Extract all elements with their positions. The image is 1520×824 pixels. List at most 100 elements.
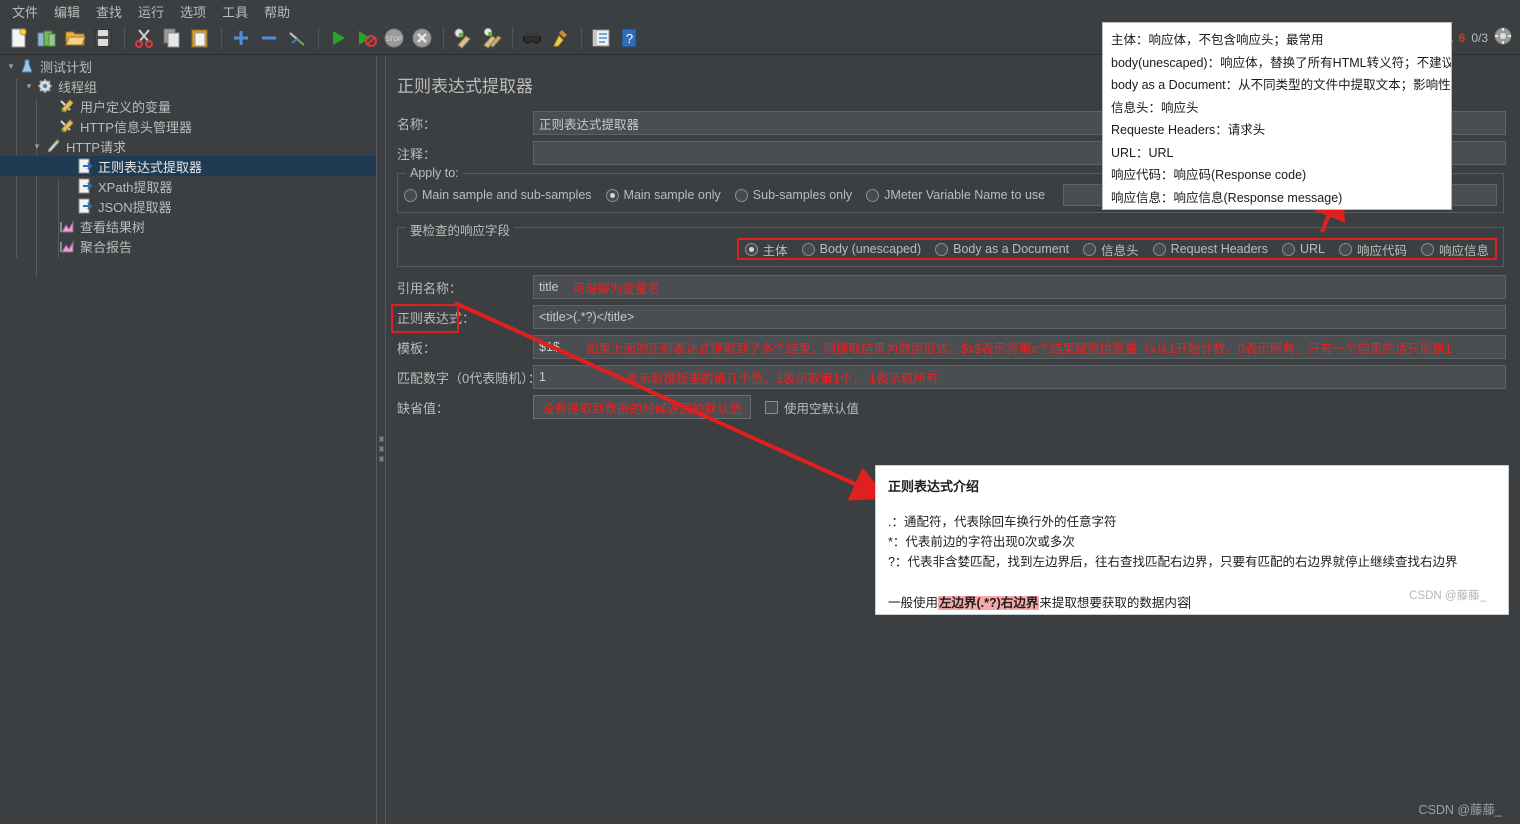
collapse-icon[interactable] <box>256 25 282 51</box>
response-field-group: 要检查的响应字段 主体 Body (unescaped) Body as a D… <box>397 220 1504 267</box>
menu-run[interactable]: 运行 <box>130 0 172 23</box>
toolbar-separator-6 <box>581 27 582 49</box>
radio-label: Sub-samples only <box>752 188 853 202</box>
tree-item-http-request[interactable]: ▾ HTTP请求 <box>0 136 376 156</box>
chevron-down-icon[interactable]: ▾ <box>4 59 18 73</box>
template-value: $1$ <box>539 340 560 354</box>
stop-icon[interactable]: STOP <box>381 25 407 51</box>
test-plan-icon <box>18 58 36 74</box>
paste-icon[interactable] <box>187 25 213 51</box>
tree-item-regex-extractor[interactable]: 正则表达式提取器 <box>0 156 376 176</box>
tooltip-line: Requeste Headers：请求头 <box>1111 123 1266 137</box>
radio-jmeter-variable[interactable]: JMeter Variable Name to use <box>866 188 1045 202</box>
radio-response-code[interactable]: 响应代码 <box>1338 240 1407 259</box>
test-plan-tree[interactable]: ▾ 测试计划 ▾ 线程组 用户定义的变量 HTTP信息头管理器 ▾ HTTP请求… <box>0 56 376 824</box>
tree-item-xpath-extractor[interactable]: XPath提取器 <box>0 176 376 196</box>
connect-icon[interactable] <box>1494 27 1512 50</box>
comment-label: 注释： <box>397 146 437 162</box>
config-icon <box>58 98 76 114</box>
chevron-down-icon[interactable]: ▾ <box>30 139 44 153</box>
toggle-icon[interactable] <box>284 25 310 51</box>
tooltip-line: 信息头：响应头 <box>1111 100 1199 115</box>
tree-item-user-defined-variables[interactable]: 用户定义的变量 <box>0 96 376 116</box>
radio-dot <box>1152 242 1166 256</box>
regex-input[interactable]: <title>(.*?)</title> <box>533 305 1506 329</box>
menu-file[interactable]: 文件 <box>4 0 46 23</box>
tree-item-label: 线程组 <box>58 79 98 95</box>
template-label: 模板： <box>397 340 437 356</box>
cut-icon[interactable] <box>131 25 157 51</box>
radio-request-headers[interactable]: Request Headers <box>1152 242 1268 256</box>
chevron-down-icon[interactable]: ▾ <box>22 79 36 93</box>
search-icon[interactable] <box>519 25 545 51</box>
toolbar-separator-5 <box>512 27 513 49</box>
tree-item-view-results-tree[interactable]: 查看结果树 <box>0 216 376 236</box>
template-row: 模板： $1$ 如果上面的正则表达式提取到了多个结果，则提取结果为数组形式。$x… <box>393 335 1506 359</box>
template-input[interactable]: $1$ 如果上面的正则表达式提取到了多个结果，则提取结果为数组形式。$x$表示将… <box>533 335 1506 359</box>
tree-item-aggregate-report[interactable]: 聚合报告 <box>0 236 376 256</box>
reset-search-icon[interactable] <box>547 25 573 51</box>
thread-group-icon <box>36 78 54 94</box>
radio-response-message[interactable]: 响应信息 <box>1420 240 1489 259</box>
use-empty-default-checkbox[interactable]: 使用空默认值 <box>765 398 859 417</box>
save-icon[interactable] <box>90 25 116 51</box>
radio-label: 响应信息 <box>1438 243 1489 258</box>
radio-main-and-sub[interactable]: Main sample and sub-samples <box>404 188 592 202</box>
radio-response-headers[interactable]: 信息头 <box>1083 240 1139 259</box>
clear-icon[interactable] <box>450 25 476 51</box>
radio-main-only[interactable]: Main sample only <box>605 188 721 202</box>
regex-info-line: .：通配符，代表除回车换行外的任意字符 <box>888 515 1117 529</box>
function-helper-icon[interactable] <box>588 25 614 51</box>
ref-name-input[interactable]: title 可理解为变量名 <box>533 275 1506 299</box>
shutdown-icon[interactable] <box>409 25 435 51</box>
tooltip-line: 响应代码：响应码(Response code) <box>1111 168 1307 182</box>
help-icon[interactable]: ? <box>616 25 642 51</box>
menu-search[interactable]: 查找 <box>88 0 130 23</box>
radio-dot <box>734 188 748 202</box>
checkbox-box <box>765 400 778 414</box>
expand-icon[interactable] <box>228 25 254 51</box>
copy-icon[interactable] <box>159 25 185 51</box>
radio-dot <box>1338 242 1352 256</box>
default-value-input[interactable]: 没有提取到数据的时候返回的默认值 <box>533 395 751 419</box>
regex-info-line: *：代表前边的字符出现0次或多次 <box>888 535 1075 549</box>
svg-text:?: ? <box>626 31 633 46</box>
radio-label: JMeter Variable Name to use <box>884 188 1046 202</box>
radio-sub-only[interactable]: Sub-samples only <box>734 188 853 202</box>
tooltip-line: body(unescaped)：响应体，替换了所有HTML转义符；不建议使用 <box>1111 55 1452 70</box>
name-input-value: 正则表达式提取器 <box>539 117 640 132</box>
tree-item-test-plan[interactable]: ▾ 测试计划 <box>0 56 376 76</box>
radio-url[interactable]: URL <box>1281 242 1325 256</box>
templates-icon[interactable] <box>34 25 60 51</box>
response-field-wrap: 主体 Body (unescaped) Body as a Document 信… <box>404 238 1497 260</box>
tree-item-thread-group[interactable]: ▾ 线程组 <box>0 76 376 96</box>
new-icon[interactable] <box>6 25 32 51</box>
radio-body-unescaped[interactable]: Body (unescaped) <box>801 242 921 256</box>
radio-dot <box>605 188 619 202</box>
regex-info-title: 正则表达式介绍 <box>888 479 980 494</box>
default-value-label: 缺省值： <box>397 400 450 416</box>
tooltip-line: body as a Document：从不同类型的文件中提取文本；影响性能 <box>1111 78 1452 92</box>
regex-info-line: ?：代表非含婪匹配，找到左边界后，往右查找匹配右边界，只要有匹配的右边界就停止继… <box>888 555 1458 569</box>
splitter-grip[interactable] <box>379 436 384 462</box>
open-icon[interactable] <box>62 25 88 51</box>
tree-item-label: XPath提取器 <box>98 179 173 195</box>
tree-item-json-extractor[interactable]: JSON提取器 <box>0 196 376 216</box>
menu-edit[interactable]: 编辑 <box>46 0 88 23</box>
start-no-timers-icon[interactable] <box>353 25 379 51</box>
menu-help[interactable]: 帮助 <box>256 0 298 23</box>
radio-body[interactable]: 主体 <box>744 240 788 259</box>
start-icon[interactable] <box>325 25 351 51</box>
menu-tools[interactable]: 工具 <box>214 0 256 23</box>
clear-all-icon[interactable] <box>478 25 504 51</box>
radio-dot <box>935 242 949 256</box>
panel-splitter[interactable] <box>376 56 386 824</box>
tree-item-label: 查看结果树 <box>80 219 146 235</box>
match-number-input[interactable]: 1 表示取模板里的第几个值。1表示取第1个，-1表示取所有 <box>533 365 1506 389</box>
tree-item-http-header-manager[interactable]: HTTP信息头管理器 <box>0 116 376 136</box>
match-number-annotation: 表示取模板里的第几个值。1表示取第1个，-1表示取所有 <box>625 371 939 386</box>
menu-options[interactable]: 选项 <box>172 0 214 23</box>
radio-body-as-document[interactable]: Body as a Document <box>935 242 1069 256</box>
